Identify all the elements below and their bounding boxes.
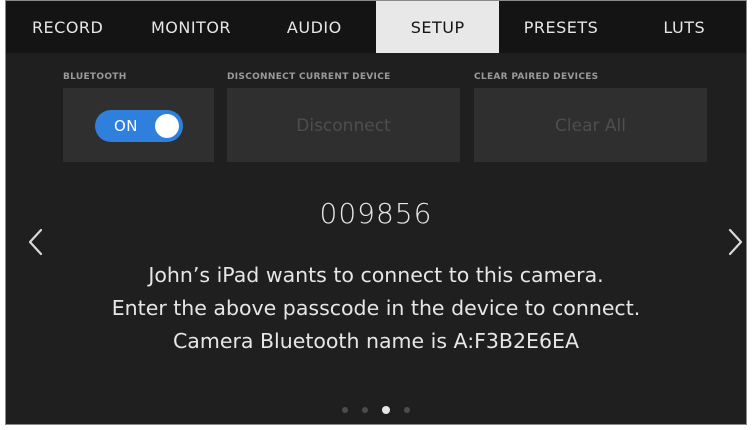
tab-monitor[interactable]: MONITOR <box>129 1 252 53</box>
pairing-message-line: John’s iPad wants to connect to this cam… <box>148 263 604 287</box>
camera-setup-screen: RECORD MONITOR AUDIO SETUP PRESETS LUTS … <box>5 0 747 425</box>
passcode: 009856 <box>319 197 433 230</box>
pairing-message-line: Enter the above passcode in the device t… <box>111 296 641 320</box>
tab-presets[interactable]: PRESETS <box>499 1 622 53</box>
bluetooth-toggle-text: ON <box>114 117 139 135</box>
tab-setup[interactable]: SETUP <box>375 1 500 53</box>
page-dot-active[interactable] <box>382 406 390 414</box>
disconnect-button[interactable]: Disconnect <box>227 88 460 162</box>
clear-all-button[interactable]: Clear All <box>474 88 707 162</box>
page-indicator <box>6 406 746 414</box>
toggle-knob <box>155 114 179 138</box>
tab-record[interactable]: RECORD <box>6 1 129 53</box>
page-dot[interactable] <box>362 407 368 413</box>
clear-paired-label: CLEAR PAIRED DEVICES <box>474 72 599 82</box>
tab-luts[interactable]: LUTS <box>623 1 746 53</box>
bluetooth-label: BLUETOOTH <box>63 72 127 82</box>
disconnect-label: DISCONNECT CURRENT DEVICE <box>227 72 391 82</box>
tab-audio[interactable]: AUDIO <box>253 1 376 53</box>
tab-bar: RECORD MONITOR AUDIO SETUP PRESETS LUTS <box>6 1 746 53</box>
pairing-message: John’s iPad wants to connect to this cam… <box>6 259 746 358</box>
page-dot[interactable] <box>342 407 348 413</box>
bluetooth-toggle[interactable]: ON <box>95 110 183 142</box>
pairing-message-line: Camera Bluetooth name is A:F3B2E6EA <box>172 329 580 353</box>
bluetooth-panel: ON <box>63 88 214 162</box>
page-dot[interactable] <box>404 407 410 413</box>
